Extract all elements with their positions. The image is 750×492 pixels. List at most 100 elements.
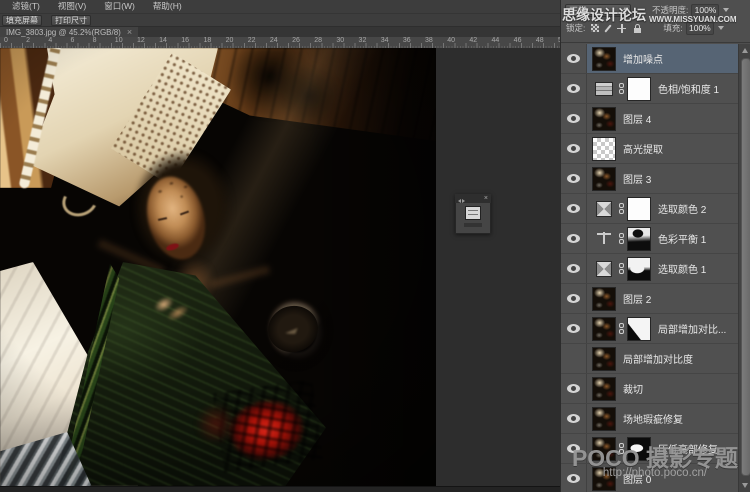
visibility-toggle[interactable] xyxy=(561,74,587,103)
layer-row-7[interactable]: 色彩平衡 1 xyxy=(561,224,738,254)
adjustment-icon[interactable] xyxy=(592,227,616,251)
layer-name[interactable]: 图层 4 xyxy=(623,111,651,126)
layer-row-2[interactable]: 色相/饱和度 1 xyxy=(561,74,738,104)
layer-mask-thumbnail[interactable] xyxy=(627,437,651,461)
layer-row-13[interactable]: 场地瑕疵修复 xyxy=(561,404,738,434)
eye-icon[interactable] xyxy=(567,144,580,153)
menu-item-1[interactable]: 滤镜(T) xyxy=(6,0,46,13)
collapse-arrows-icon[interactable] xyxy=(458,190,465,208)
eye-icon[interactable] xyxy=(567,264,580,273)
fill-value-field[interactable]: 100% xyxy=(686,22,714,35)
layer-name[interactable]: 色相/饱和度 1 xyxy=(658,81,719,96)
close-icon[interactable]: × xyxy=(484,195,488,202)
visibility-toggle[interactable] xyxy=(561,314,587,343)
adjustment-icon[interactable] xyxy=(592,197,616,221)
eye-icon[interactable] xyxy=(567,204,580,213)
eye-icon[interactable] xyxy=(567,54,580,63)
opacity-value-field[interactable]: 100% xyxy=(691,4,719,17)
document-tab[interactable]: IMG_3803.jpg @ 45.2%(RGB/8) × xyxy=(0,27,138,37)
visibility-toggle[interactable] xyxy=(561,464,587,492)
layer-row-14[interactable]: 压低亮部修复 xyxy=(561,434,738,464)
layer-mask-thumbnail[interactable] xyxy=(627,257,651,281)
visibility-toggle[interactable] xyxy=(561,284,587,313)
layer-thumbnail[interactable] xyxy=(592,377,616,401)
canvas-area[interactable]: × xyxy=(0,48,560,492)
layer-name[interactable]: 压低亮部修复 xyxy=(658,441,718,456)
layer-thumbnail[interactable] xyxy=(592,47,616,71)
layer-name[interactable]: 局部增加对比... xyxy=(658,321,726,336)
layer-thumbnail[interactable] xyxy=(592,347,616,371)
layer-name[interactable]: 色彩平衡 1 xyxy=(658,231,706,246)
layer-name[interactable]: 增加噪点 xyxy=(623,51,663,66)
visibility-toggle[interactable] xyxy=(561,344,587,373)
close-tab-icon[interactable]: × xyxy=(127,28,132,36)
layer-row-3[interactable]: 图层 4 xyxy=(561,104,738,134)
scrollbar-thumb[interactable] xyxy=(741,58,750,476)
scroll-up-icon[interactable] xyxy=(742,48,748,53)
layer-thumbnail[interactable] xyxy=(592,107,616,131)
lock-pixels-brush-icon[interactable] xyxy=(605,24,612,32)
layer-thumbnail[interactable] xyxy=(592,317,616,341)
layer-row-12[interactable]: 裁切 xyxy=(561,374,738,404)
layer-row-6[interactable]: 选取颜色 2 xyxy=(561,194,738,224)
visibility-toggle[interactable] xyxy=(561,374,587,403)
document-canvas-photo[interactable] xyxy=(0,48,436,486)
layer-name[interactable]: 高光提取 xyxy=(623,141,663,156)
dropdown-arrow-icon[interactable] xyxy=(723,8,729,12)
layer-row-1[interactable]: 增加噪点 xyxy=(561,44,738,74)
visibility-toggle[interactable] xyxy=(561,404,587,433)
layer-row-8[interactable]: 选取颜色 1 xyxy=(561,254,738,284)
eye-icon[interactable] xyxy=(567,234,580,243)
layers-scrollbar[interactable] xyxy=(738,44,750,492)
layer-mask-thumbnail[interactable] xyxy=(627,197,651,221)
dropdown-arrow-icon[interactable] xyxy=(718,26,724,30)
layer-row-11[interactable]: 局部增加对比度 xyxy=(561,344,738,374)
layer-row-10[interactable]: 局部增加对比... xyxy=(561,314,738,344)
eye-icon[interactable] xyxy=(567,444,580,453)
layer-row-5[interactable]: 图层 3 xyxy=(561,164,738,194)
visibility-toggle[interactable] xyxy=(561,254,587,283)
visibility-toggle[interactable] xyxy=(561,134,587,163)
visibility-toggle[interactable] xyxy=(561,434,587,463)
eye-icon[interactable] xyxy=(567,84,580,93)
layer-mask-thumbnail[interactable] xyxy=(627,317,651,341)
visibility-toggle[interactable] xyxy=(561,104,587,133)
layer-mask-thumbnail[interactable] xyxy=(627,227,651,251)
layer-row-15[interactable]: 图层 0 xyxy=(561,464,738,492)
floating-mini-panel[interactable]: × xyxy=(455,194,491,234)
visibility-toggle[interactable] xyxy=(561,224,587,253)
eye-icon[interactable] xyxy=(567,384,580,393)
blend-mode-select[interactable]: 正常 xyxy=(565,4,631,17)
visibility-toggle[interactable] xyxy=(561,44,587,73)
eye-icon[interactable] xyxy=(567,474,580,483)
eye-icon[interactable] xyxy=(567,414,580,423)
panel-thumbnail-icon[interactable] xyxy=(465,206,481,220)
layer-name[interactable]: 选取颜色 2 xyxy=(658,201,706,216)
lock-all-padlock-icon[interactable] xyxy=(634,28,641,33)
layer-thumbnail[interactable] xyxy=(592,467,616,491)
visibility-toggle[interactable] xyxy=(561,164,587,193)
layer-name[interactable]: 图层 0 xyxy=(623,471,651,486)
adjustment-icon[interactable] xyxy=(592,77,616,101)
layer-thumbnail[interactable] xyxy=(592,137,616,161)
layer-row-9[interactable]: 图层 2 xyxy=(561,284,738,314)
layer-mask-thumbnail[interactable] xyxy=(627,77,651,101)
layer-thumbnail[interactable] xyxy=(592,407,616,431)
menu-item-2[interactable]: 视图(V) xyxy=(52,0,92,13)
lock-position-move-icon[interactable] xyxy=(617,24,626,33)
menu-item-3[interactable]: 窗口(W) xyxy=(98,0,141,13)
scroll-down-icon[interactable] xyxy=(742,483,748,488)
layer-name[interactable]: 选取颜色 1 xyxy=(658,261,706,276)
eye-icon[interactable] xyxy=(567,294,580,303)
options-button-2[interactable]: 打印尺寸 xyxy=(51,15,91,26)
adjustment-icon[interactable] xyxy=(592,257,616,281)
layer-name[interactable]: 场地瑕疵修复 xyxy=(623,411,683,426)
eye-icon[interactable] xyxy=(567,114,580,123)
layer-name[interactable]: 裁切 xyxy=(623,381,643,396)
eye-icon[interactable] xyxy=(567,174,580,183)
menu-item-4[interactable]: 帮助(H) xyxy=(147,0,188,13)
layer-name[interactable]: 局部增加对比度 xyxy=(623,351,693,366)
layer-thumbnail[interactable] xyxy=(592,287,616,311)
lock-transparency-icon[interactable] xyxy=(591,24,599,32)
visibility-toggle[interactable] xyxy=(561,194,587,223)
